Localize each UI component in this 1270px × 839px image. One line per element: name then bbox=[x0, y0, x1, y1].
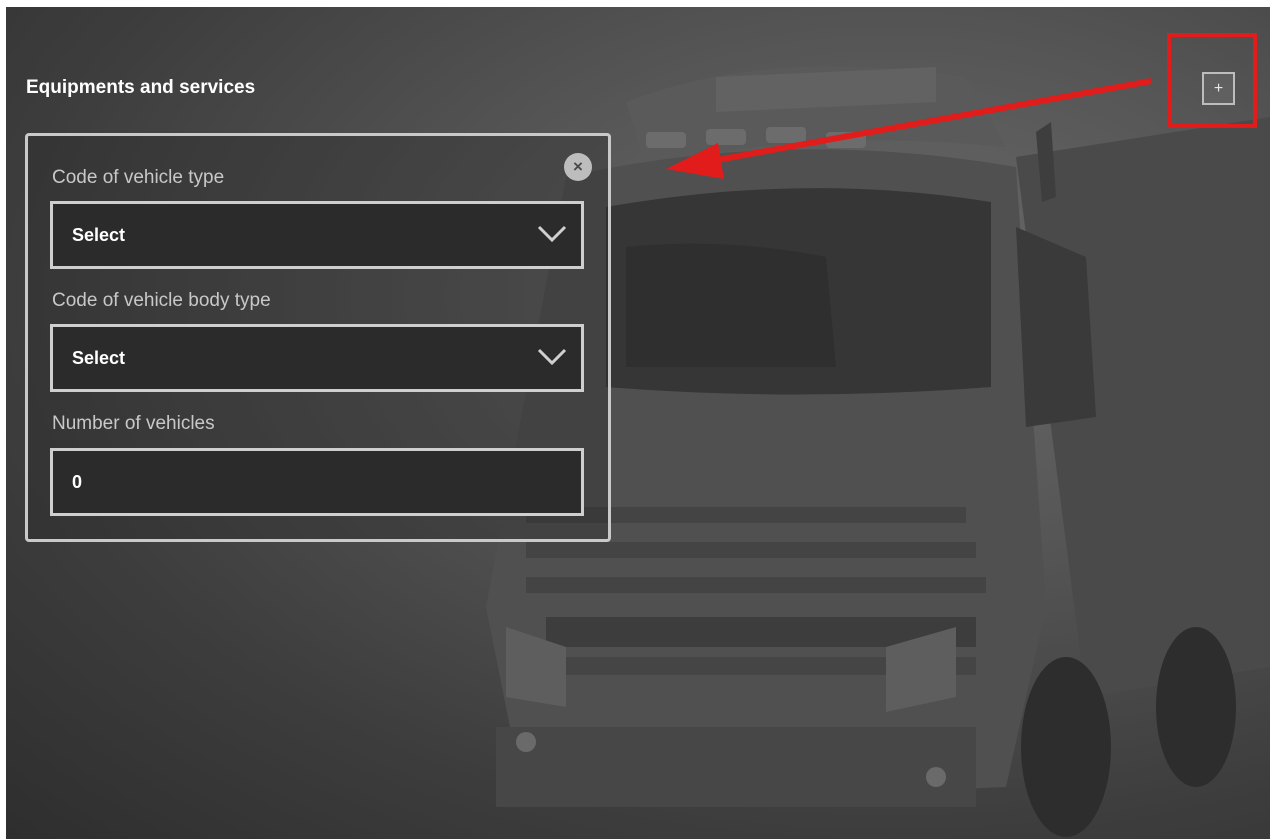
chevron-down-icon bbox=[537, 225, 567, 243]
vehicle-type-select[interactable]: Select bbox=[50, 201, 584, 269]
vehicle-count-label: Number of vehicles bbox=[52, 413, 215, 434]
close-panel-button[interactable]: × bbox=[564, 153, 592, 181]
body-type-select[interactable]: Select bbox=[50, 324, 584, 392]
close-icon: × bbox=[573, 157, 583, 176]
add-button[interactable]: + bbox=[1202, 72, 1235, 105]
body-type-label: Code of vehicle body type bbox=[52, 290, 271, 311]
body-type-value: Select bbox=[72, 348, 126, 368]
vehicle-count-input[interactable]: 0 bbox=[50, 448, 584, 516]
section-title: Equipments and services bbox=[26, 77, 256, 98]
vehicle-count-value: 0 bbox=[72, 472, 83, 492]
chevron-down-icon bbox=[537, 348, 567, 366]
page-background: Equipments and services + × Code of vehi… bbox=[6, 7, 1270, 839]
vehicle-type-label: Code of vehicle type bbox=[52, 167, 225, 188]
plus-icon: + bbox=[1213, 80, 1224, 97]
vehicle-type-value: Select bbox=[72, 225, 126, 245]
